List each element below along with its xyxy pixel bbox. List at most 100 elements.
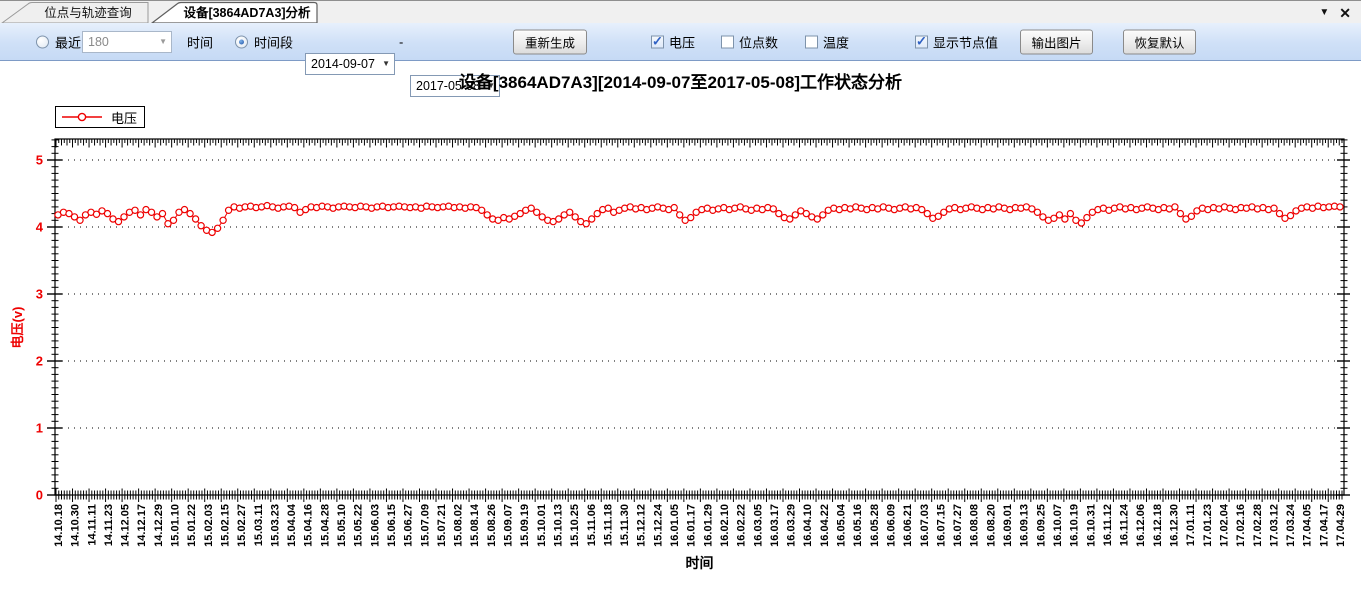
svg-text:17.03.24: 17.03.24 xyxy=(1285,503,1297,547)
svg-text:15.08.26: 15.08.26 xyxy=(486,504,498,547)
svg-text:15.02.03: 15.02.03 xyxy=(203,504,215,547)
svg-text:16.09.25: 16.09.25 xyxy=(1035,504,1047,547)
svg-text:15.12.12: 15.12.12 xyxy=(636,504,648,547)
voltage-checkbox-label: 电压 xyxy=(669,32,695,51)
svg-text:15.05.22: 15.05.22 xyxy=(353,504,365,547)
gridlines xyxy=(56,160,1343,428)
svg-text:16.01.17: 16.01.17 xyxy=(686,504,698,547)
recent-count-combobox[interactable]: 180 ▼ xyxy=(82,31,172,53)
svg-text:16.12.30: 16.12.30 xyxy=(1169,504,1181,547)
tab-list-dropdown-icon[interactable]: ▼ xyxy=(1319,7,1329,18)
voltage-checkbox-group: ✓ 电压 xyxy=(651,32,695,51)
y-axis-title: 电压(v) xyxy=(10,307,25,349)
svg-text:16.05.04: 16.05.04 xyxy=(836,503,848,547)
tab-shapes: 位点与轨迹查询 设备[3864AD7A3]分析 xyxy=(0,1,1361,24)
svg-text:15.03.23: 15.03.23 xyxy=(269,504,281,547)
svg-text:15.01.22: 15.01.22 xyxy=(186,504,198,547)
svg-text:14.12.17: 14.12.17 xyxy=(136,504,148,547)
svg-text:15.02.15: 15.02.15 xyxy=(219,504,231,547)
svg-text:17.02.04: 17.02.04 xyxy=(1218,503,1230,547)
recent-radio[interactable] xyxy=(36,35,49,48)
svg-text:16.07.03: 16.07.03 xyxy=(919,504,931,547)
svg-text:16.11.12: 16.11.12 xyxy=(1102,504,1114,546)
svg-text:14.11.23: 14.11.23 xyxy=(103,504,115,546)
temperature-checkbox-label: 温度 xyxy=(823,32,849,51)
y-axis-ticks xyxy=(47,140,1350,495)
svg-text:17.02.28: 17.02.28 xyxy=(1252,504,1264,547)
x-axis-title: 时间 xyxy=(686,555,714,571)
svg-text:16.02.22: 16.02.22 xyxy=(736,504,748,547)
svg-text:15.08.14: 15.08.14 xyxy=(469,503,481,547)
svg-text:17.01.11: 17.01.11 xyxy=(1185,504,1197,546)
svg-text:2: 2 xyxy=(36,354,43,369)
points-checkbox-group: ✓ 位点数 xyxy=(721,32,778,51)
svg-text:15.04.28: 15.04.28 xyxy=(319,504,331,547)
close-icon[interactable]: ✕ xyxy=(1339,6,1351,20)
svg-text:17.04.29: 17.04.29 xyxy=(1335,504,1347,547)
recent-unit-label: 时间 xyxy=(187,32,213,51)
svg-text:3: 3 xyxy=(36,287,43,302)
date-range-separator-wrap: - xyxy=(399,34,403,49)
svg-text:16.01.29: 16.01.29 xyxy=(702,504,714,547)
svg-text:15.04.16: 15.04.16 xyxy=(303,504,315,547)
y-axis-labels: 012345 xyxy=(36,153,44,503)
svg-text:15.07.21: 15.07.21 xyxy=(436,504,448,547)
tab-track-query-label[interactable]: 位点与轨迹查询 xyxy=(44,5,132,20)
check-icon: ✓ xyxy=(652,33,663,49)
x-axis-tick-labels: 14.10.1814.10.3014.11.1114.11.2314.12.05… xyxy=(53,503,1347,547)
voltage-checkbox[interactable]: ✓ xyxy=(651,35,664,48)
show-node-values-checkbox[interactable]: ✓ xyxy=(915,35,928,48)
svg-text:16.11.24: 16.11.24 xyxy=(1119,503,1131,546)
svg-text:16.08.08: 16.08.08 xyxy=(969,504,981,547)
plot-border xyxy=(55,139,1344,495)
svg-text:16.01.05: 16.01.05 xyxy=(669,504,681,547)
svg-text:0: 0 xyxy=(36,488,43,503)
tab-device-analysis-label[interactable]: 设备[3864AD7A3]分析 xyxy=(183,5,311,20)
recent-radio-label: 最近 xyxy=(55,32,81,51)
svg-text:16.02.10: 16.02.10 xyxy=(719,504,731,547)
recent-radio-group: 最近 xyxy=(36,32,81,51)
svg-text:16.08.20: 16.08.20 xyxy=(985,504,997,547)
svg-text:14.10.18: 14.10.18 xyxy=(53,504,65,547)
tab-bar-controls: ▼ ✕ xyxy=(1319,1,1351,24)
svg-text:16.04.10: 16.04.10 xyxy=(802,504,814,547)
svg-text:5: 5 xyxy=(36,153,43,168)
export-image-button[interactable]: 输出图片 xyxy=(1020,29,1093,54)
points-checkbox[interactable]: ✓ xyxy=(721,35,734,48)
range-radio[interactable] xyxy=(235,35,248,48)
svg-text:15.06.15: 15.06.15 xyxy=(386,504,398,547)
legend-series-label: 电压 xyxy=(111,108,137,127)
svg-text:14.12.05: 14.12.05 xyxy=(120,504,132,547)
svg-text:1: 1 xyxy=(36,421,43,436)
tab-bar: 位点与轨迹查询 设备[3864AD7A3]分析 ▼ ✕ xyxy=(0,0,1361,23)
svg-text:16.03.29: 16.03.29 xyxy=(786,504,798,547)
chart-legend: 电压 xyxy=(55,106,145,128)
show-node-values-checkbox-label: 显示节点值 xyxy=(933,32,998,51)
svg-text:15.09.19: 15.09.19 xyxy=(519,504,531,547)
svg-text:15.06.27: 15.06.27 xyxy=(403,504,415,547)
regenerate-button[interactable]: 重新生成 xyxy=(513,29,587,54)
temperature-checkbox-group: ✓ 温度 xyxy=(805,32,849,51)
show-node-values-checkbox-group: ✓ 显示节点值 xyxy=(915,32,998,51)
check-icon: ✓ xyxy=(916,33,927,49)
svg-text:15.10.13: 15.10.13 xyxy=(552,504,564,547)
svg-text:16.05.16: 16.05.16 xyxy=(852,504,864,547)
svg-text:15.08.02: 15.08.02 xyxy=(453,504,465,547)
range-radio-label: 时间段 xyxy=(254,32,293,51)
svg-text:14.11.11: 14.11.11 xyxy=(86,504,98,546)
svg-text:15.02.27: 15.02.27 xyxy=(236,504,248,547)
svg-text:15.01.10: 15.01.10 xyxy=(170,504,182,547)
reset-default-button[interactable]: 恢复默认 xyxy=(1123,29,1196,54)
svg-text:16.12.06: 16.12.06 xyxy=(1135,504,1147,547)
svg-text:14.12.29: 14.12.29 xyxy=(153,504,165,547)
svg-text:16.07.15: 16.07.15 xyxy=(935,504,947,547)
svg-text:16.06.09: 16.06.09 xyxy=(885,504,897,547)
svg-text:15.11.18: 15.11.18 xyxy=(602,504,614,546)
svg-text:17.03.12: 17.03.12 xyxy=(1268,504,1280,547)
temperature-checkbox[interactable]: ✓ xyxy=(805,35,818,48)
chart-title: 设备[3864AD7A3][2014-09-07至2017-05-08]工作状态… xyxy=(0,68,1361,93)
legend-line-marker-icon xyxy=(61,111,103,123)
chart-plot-area: 012345电压(v)14.10.1814.10.3014.11.1114.11… xyxy=(0,130,1361,593)
app-window: 位点与轨迹查询 设备[3864AD7A3]分析 ▼ ✕ 最近 180 ▼ 时间 … xyxy=(0,0,1361,593)
svg-text:15.10.25: 15.10.25 xyxy=(569,504,581,547)
